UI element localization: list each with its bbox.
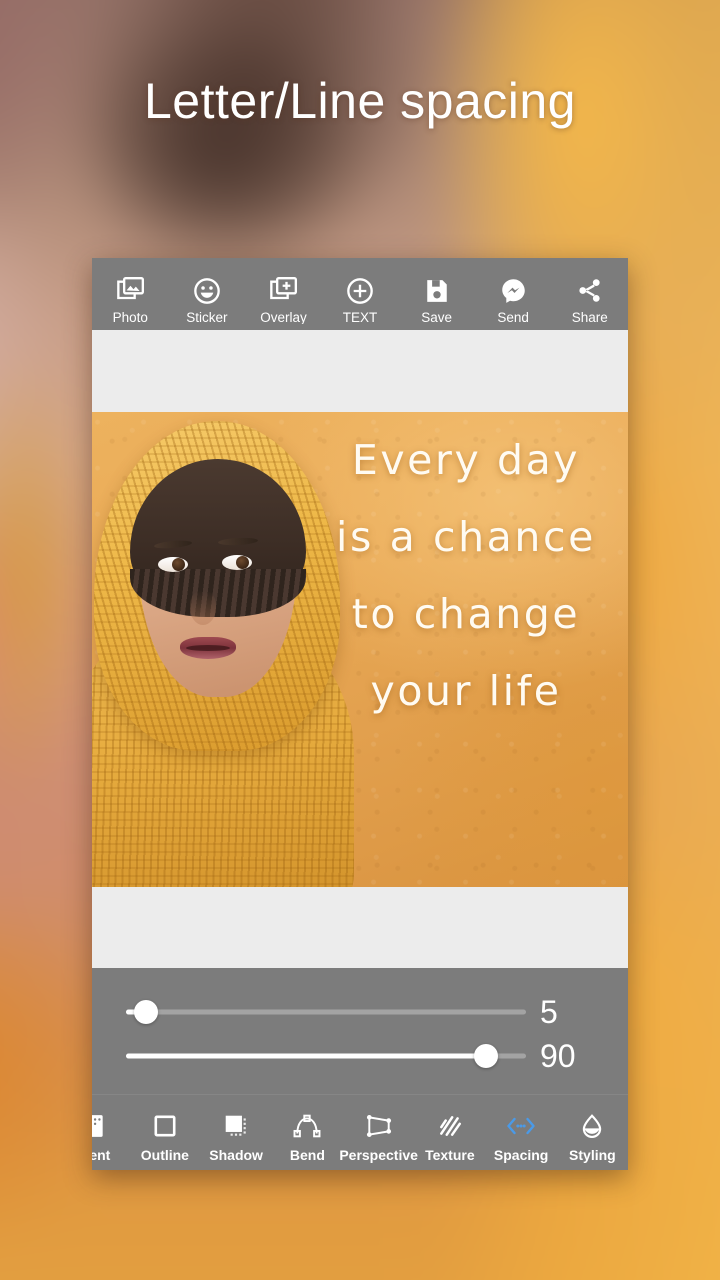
page-title: Letter/Line spacing [143,73,576,129]
mouth [180,636,236,659]
nose [190,590,216,625]
bottom-item-texture[interactable]: Texture [414,1109,485,1170]
bottom-item-perspective[interactable]: Perspective [339,1109,418,1170]
photo-icon [116,276,145,306]
bottom-item-styling[interactable]: Styling [557,1109,628,1170]
editor-canvas[interactable]: Every day is a chance to change your lif… [92,330,628,968]
gradient-icon [92,1109,107,1143]
bottom-label-bend: Bend [289,1147,325,1163]
app-screenshot-panel: Photo Sticker Overlay TEXT Save Send Sha… [92,258,628,1170]
bottom-item-shadow[interactable]: Shadow [201,1109,272,1170]
toolbar-item-save[interactable]: Save [398,276,475,331]
pupil-right [236,555,249,569]
toolbar-item-send[interactable]: Send [475,276,552,331]
spacing-slider-panel: 5 90 [92,968,628,1094]
bottom-item-outline[interactable]: Outline [129,1109,200,1170]
line-spacing-value: 90 [540,1038,576,1074]
plus-circle-icon [346,276,374,306]
spacing-arrows-icon [506,1109,536,1143]
sticker-smiley-icon [193,276,221,306]
top-toolbar: Photo Sticker Overlay TEXT Save Send Sha… [92,258,628,330]
bottom-label-perspective: Perspective [339,1147,418,1163]
toolbar-label-text: TEXT [342,310,378,324]
toolbar-label-sticker: Sticker [186,310,228,324]
photo-subject-woman [92,415,354,887]
droplet-icon [579,1109,605,1143]
letter-spacing-slider[interactable] [126,1000,526,1024]
bottom-item-gradient[interactable]: dient [92,1109,129,1170]
bottom-item-bend[interactable]: Bend [272,1109,343,1170]
bottom-label-shadow: Shadow [209,1147,263,1163]
toolbar-label-share: Share [571,310,608,324]
toolbar-item-text[interactable]: TEXT [322,276,399,331]
bend-curve-icon [293,1109,321,1143]
messenger-bubble-icon [500,276,527,306]
shadow-icon [223,1109,249,1143]
toolbar-label-photo: Photo [112,310,148,324]
photo-image[interactable]: Every day is a chance to change your lif… [92,411,628,887]
toolbar-item-photo[interactable]: Photo [92,276,169,331]
bottom-label-gradient: dient [92,1147,111,1163]
toolbar-label-overlay: Overlay [260,310,307,324]
bottom-label-texture: Texture [425,1147,475,1163]
letter-spacing-value: 5 [540,994,558,1030]
bottom-toolbar: dient Outline [92,1094,628,1170]
slider-fill [126,1053,486,1059]
toolbar-item-sticker[interactable]: Sticker [169,276,246,331]
bottom-label-styling: Styling [569,1147,616,1163]
slider-track [126,1009,526,1015]
pupil-left [172,557,185,571]
bottom-item-spacing[interactable]: Spacing [486,1109,557,1170]
texture-icon [437,1109,463,1143]
floppy-disk-icon [424,276,450,306]
share-nodes-icon [576,276,603,306]
eye-left [158,556,188,572]
overlay-plus-icon [269,276,298,306]
toolbar-item-share[interactable]: Share [551,276,628,331]
toolbar-item-overlay[interactable]: Overlay [245,276,322,331]
slider-thumb[interactable] [474,1044,498,1068]
slider-row-letter-spacing: 5 [92,990,628,1034]
toolbar-label-send: Send [497,310,529,324]
bottom-label-outline: Outline [140,1147,189,1163]
bottom-label-spacing: Spacing [493,1147,549,1163]
toolbar-label-save: Save [421,310,452,324]
perspective-icon [365,1109,393,1143]
line-spacing-slider[interactable] [126,1044,526,1068]
slider-thumb[interactable] [134,1000,158,1024]
outline-icon [152,1109,178,1143]
slider-row-line-spacing: 90 [92,1034,628,1078]
eye-right [222,554,252,570]
